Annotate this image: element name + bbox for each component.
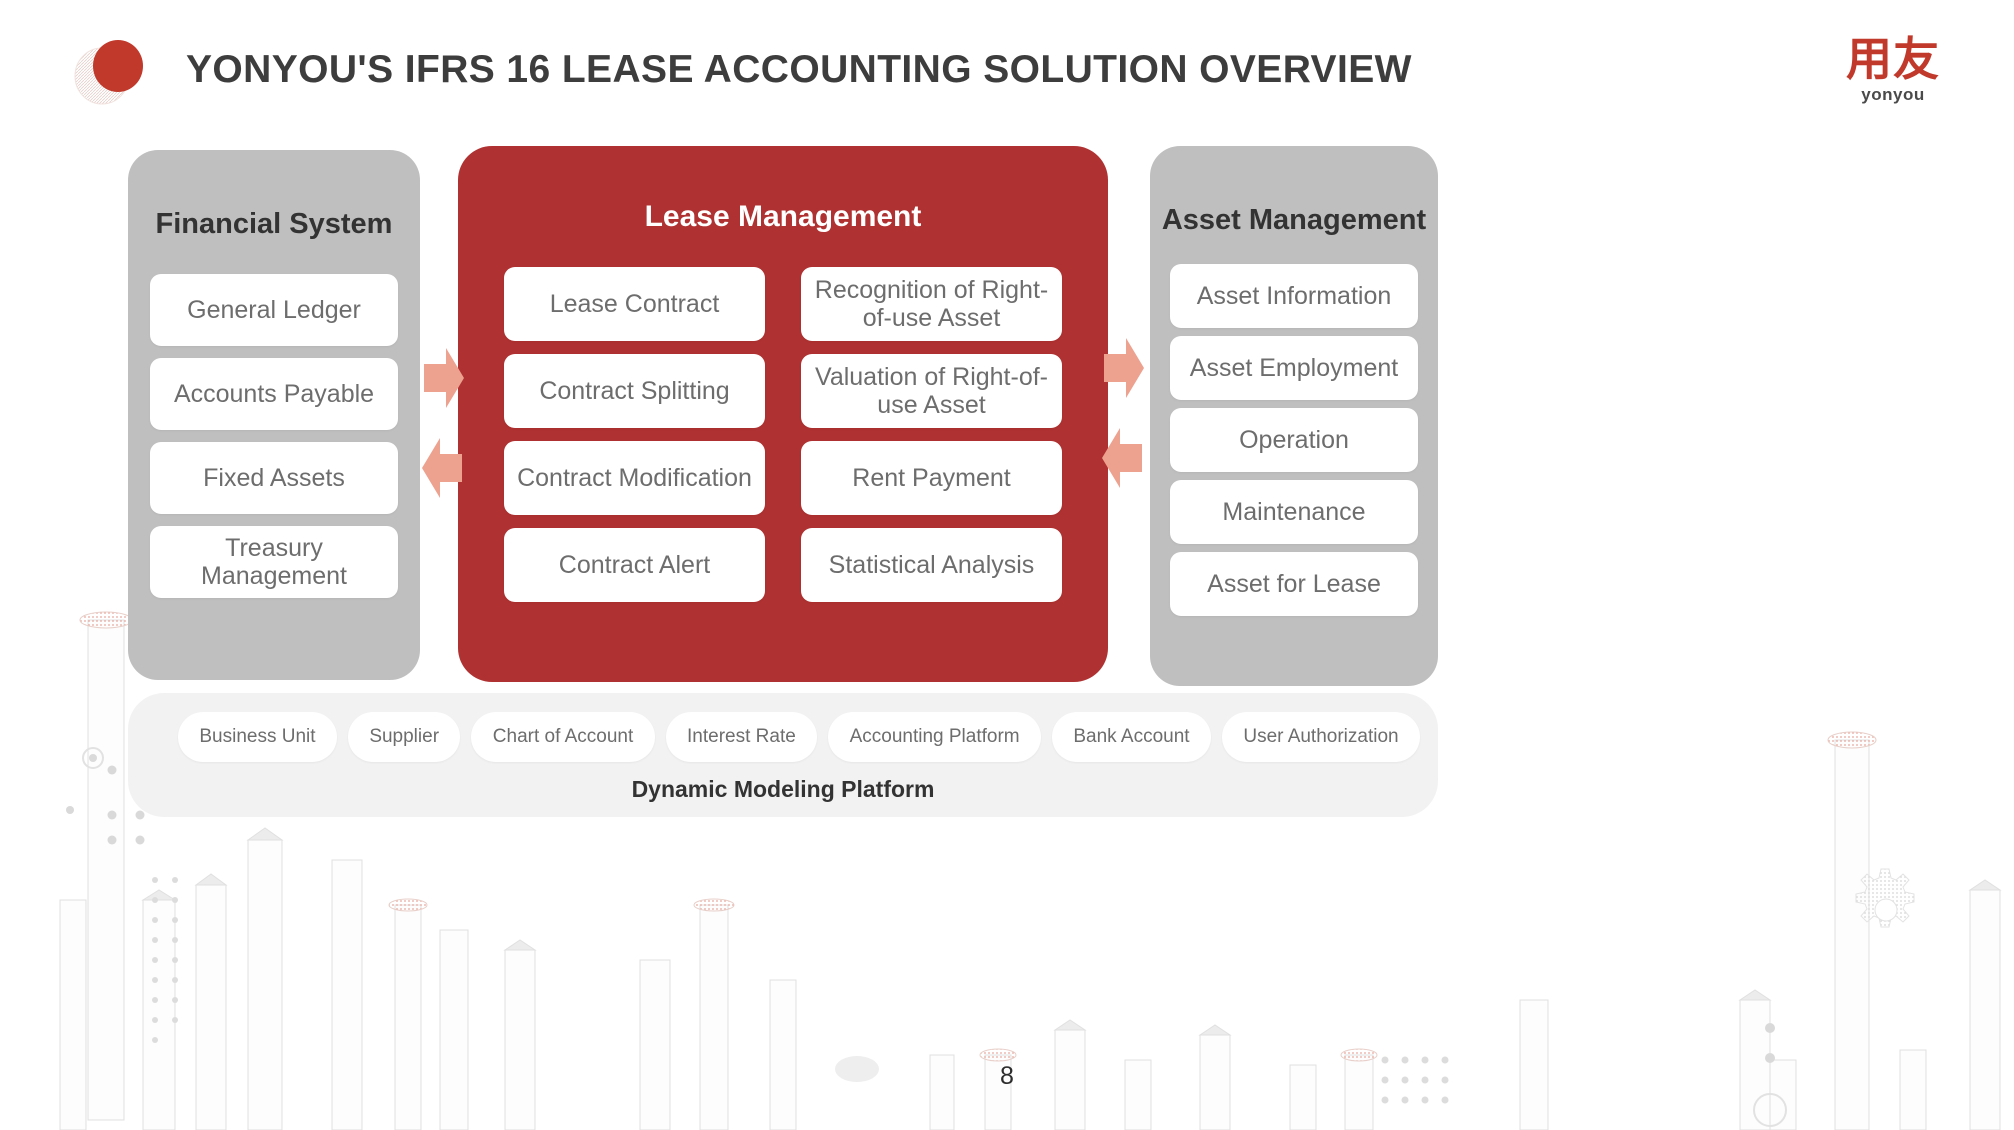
logo-latin-text: yonyou: [1861, 85, 1925, 104]
asset-management-item-list: Asset Information Asset Employment Opera…: [1150, 264, 1438, 616]
asset-management-item[interactable]: Asset Information: [1170, 264, 1418, 328]
slide-header: YONYOU'S IFRS 16 LEASE ACCOUNTING SOLUTI…: [0, 0, 2014, 145]
lease-management-item[interactable]: Statistical Analysis: [801, 528, 1062, 602]
lease-management-item[interactable]: Contract Alert: [504, 528, 765, 602]
platform-chip[interactable]: Bank Account: [1052, 712, 1211, 762]
platform-chip[interactable]: Supplier: [347, 712, 461, 762]
yonyou-logo: 用友 yonyou: [1834, 36, 1952, 105]
platform-chip-list: Business Unit Supplier Chart of Account …: [178, 712, 1420, 762]
lease-management-item[interactable]: Contract Splitting: [504, 354, 765, 428]
panel-title-lease-management: Lease Management: [644, 200, 922, 233]
logo-chinese-text: 用友: [1846, 32, 1940, 86]
financial-system-item[interactable]: Fixed Assets: [150, 442, 398, 514]
lease-management-item[interactable]: Valuation of Right-of-use Asset: [801, 354, 1062, 428]
asset-management-item[interactable]: Operation: [1170, 408, 1418, 472]
page-number: 8: [1000, 1062, 1014, 1090]
arrows-financial-to-lease: [422, 348, 464, 498]
asset-management-item[interactable]: Maintenance: [1170, 480, 1418, 544]
arrows-lease-to-asset: [1102, 338, 1144, 488]
financial-system-item[interactable]: Treasury Management: [150, 526, 398, 598]
panel-title-financial-system: Financial System: [155, 208, 393, 240]
arrow-right-icon: [1104, 338, 1144, 398]
platform-chip[interactable]: Business Unit: [178, 712, 337, 762]
arrow-left-icon: [1102, 428, 1142, 488]
platform-chip[interactable]: Chart of Account: [471, 712, 655, 762]
panel-title-asset-management: Asset Management: [1161, 204, 1427, 236]
platform-label: Dynamic Modeling Platform: [631, 776, 935, 802]
page-title: YONYOU'S IFRS 16 LEASE ACCOUNTING SOLUTI…: [186, 48, 1412, 91]
financial-system-item[interactable]: General Ledger: [150, 274, 398, 346]
lease-management-item[interactable]: Contract Modification: [504, 441, 765, 515]
lease-management-item[interactable]: Recognition of Right-of-use Asset: [801, 267, 1062, 341]
panel-lease-management: Lease Management Lease Contract Recognit…: [458, 146, 1108, 682]
panel-asset-management: Asset Management Asset Information Asset…: [1150, 146, 1438, 686]
platform-chip[interactable]: Accounting Platform: [828, 712, 1041, 762]
platform-chip[interactable]: User Authorization: [1221, 712, 1420, 762]
asset-management-item[interactable]: Asset Employment: [1170, 336, 1418, 400]
lease-management-item[interactable]: Rent Payment: [801, 441, 1062, 515]
lease-management-item[interactable]: Lease Contract: [504, 267, 765, 341]
asset-management-item[interactable]: Asset for Lease: [1170, 552, 1418, 616]
gear-icon: [1855, 868, 1915, 928]
arrow-left-icon: [422, 438, 462, 498]
panel-financial-system: Financial System General Ledger Accounts…: [128, 150, 420, 680]
arrow-right-icon: [424, 348, 464, 408]
dynamic-modeling-platform-bar: Business Unit Supplier Chart of Account …: [128, 693, 1438, 817]
title-bullet-icon: [74, 40, 143, 105]
financial-system-item-list: General Ledger Accounts Payable Fixed As…: [128, 274, 420, 598]
platform-chip[interactable]: Interest Rate: [665, 712, 818, 762]
financial-system-item[interactable]: Accounts Payable: [150, 358, 398, 430]
lease-management-item-grid: Lease Contract Recognition of Right-of-u…: [458, 267, 1108, 602]
